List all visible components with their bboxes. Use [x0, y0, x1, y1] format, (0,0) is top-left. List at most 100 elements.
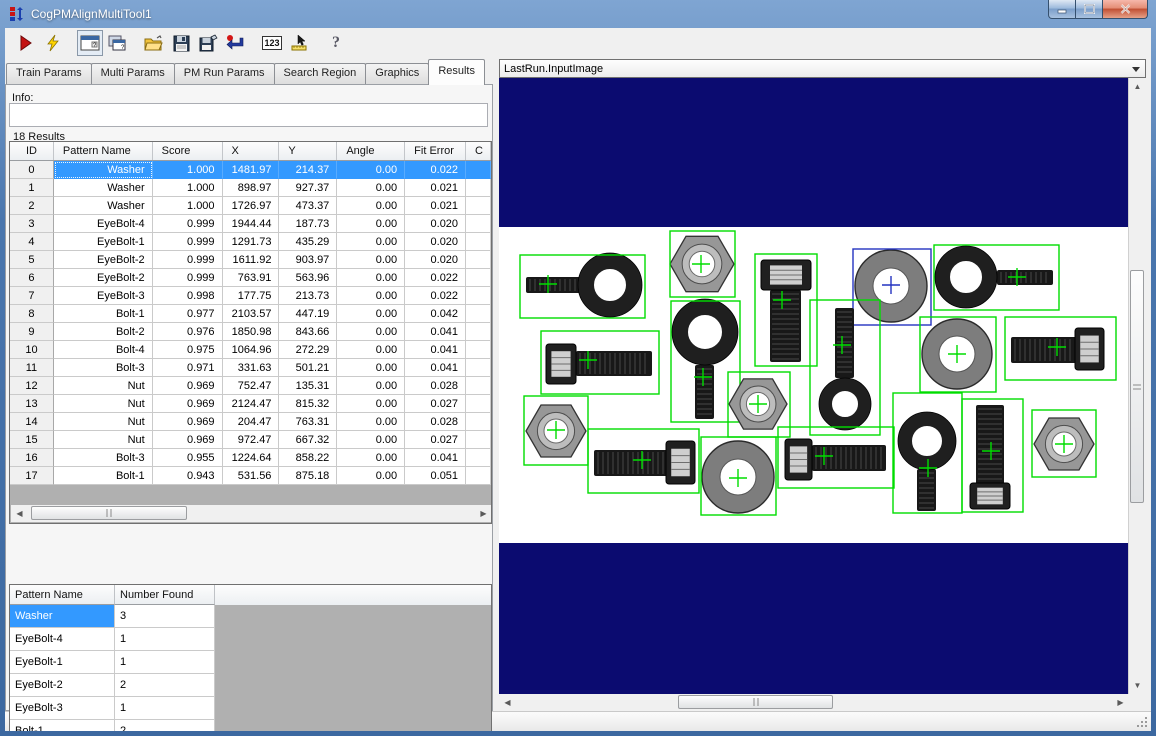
cell[interactable]: 0.027: [405, 395, 466, 413]
image-hscrollbar[interactable]: ◀ ▶: [499, 694, 1129, 711]
cell[interactable]: [466, 197, 491, 215]
cell[interactable]: Bolt-3: [54, 449, 153, 467]
cell[interactable]: 3: [10, 215, 54, 233]
maximize-button[interactable]: [1076, 0, 1103, 19]
cell[interactable]: 213.73: [279, 287, 337, 305]
cell[interactable]: 1.000: [153, 179, 223, 197]
close-button[interactable]: [1103, 0, 1148, 19]
table-row[interactable]: EyeBolt-22: [10, 674, 491, 697]
cell[interactable]: EyeBolt-1: [54, 233, 153, 251]
cell[interactable]: 0.00: [337, 269, 405, 287]
table-row[interactable]: 1Washer1.000898.97927.370.000.021: [10, 179, 491, 197]
cell[interactable]: 0.021: [405, 179, 466, 197]
column-header-angle[interactable]: Angle: [337, 142, 405, 160]
cell[interactable]: 0.971: [153, 359, 223, 377]
cell[interactable]: 16: [10, 449, 54, 467]
cell[interactable]: EyeBolt-2: [10, 674, 115, 697]
column-header-fit-error[interactable]: Fit Error: [405, 142, 466, 160]
cell[interactable]: EyeBolt-2: [54, 269, 153, 287]
cell[interactable]: 0.00: [337, 179, 405, 197]
cell[interactable]: 0.00: [337, 251, 405, 269]
cell[interactable]: [466, 431, 491, 449]
cell[interactable]: [466, 449, 491, 467]
reset-button[interactable]: [222, 30, 248, 56]
save-as-button[interactable]: [195, 30, 221, 56]
cell[interactable]: 1: [115, 697, 215, 720]
cell[interactable]: 214.37: [279, 161, 337, 179]
cell[interactable]: 0.022: [405, 161, 466, 179]
cell[interactable]: 0.976: [153, 323, 223, 341]
cell[interactable]: 0.028: [405, 413, 466, 431]
cell[interactable]: 1944.44: [223, 215, 280, 233]
cell[interactable]: 1850.98: [223, 323, 280, 341]
results-grid-header[interactable]: IDPattern NameScoreXYAngleFit ErrorC: [10, 142, 491, 161]
cell[interactable]: 1.000: [153, 161, 223, 179]
cell[interactable]: 177.75: [223, 287, 280, 305]
cell[interactable]: 752.47: [223, 377, 280, 395]
numeric-format-button[interactable]: 123: [259, 30, 285, 56]
column-header-pattern-name[interactable]: Pattern Name: [10, 585, 115, 605]
cell[interactable]: [466, 179, 491, 197]
cell[interactable]: 14: [10, 413, 54, 431]
cell[interactable]: 898.97: [223, 179, 280, 197]
cell[interactable]: 8: [10, 305, 54, 323]
cell[interactable]: 0.00: [337, 359, 405, 377]
cell[interactable]: 0.969: [153, 431, 223, 449]
table-row[interactable]: 0Washer1.0001481.97214.370.000.022: [10, 161, 491, 179]
cell[interactable]: Bolt-4: [54, 341, 153, 359]
cell[interactable]: 1224.64: [223, 449, 280, 467]
cell[interactable]: 0: [10, 161, 54, 179]
cell[interactable]: [466, 269, 491, 287]
cell[interactable]: 10: [10, 341, 54, 359]
cell[interactable]: Washer: [54, 179, 153, 197]
results-grid[interactable]: IDPattern NameScoreXYAngleFit ErrorC 0Wa…: [9, 141, 492, 524]
cell[interactable]: 0.943: [153, 467, 223, 485]
cell[interactable]: [466, 215, 491, 233]
info-textbox[interactable]: [9, 103, 488, 127]
cell[interactable]: 0.051: [405, 467, 466, 485]
cell[interactable]: 0.020: [405, 215, 466, 233]
table-row[interactable]: 6EyeBolt-20.999763.91563.960.000.022: [10, 269, 491, 287]
cell[interactable]: [466, 395, 491, 413]
measure-pointer-button[interactable]: [286, 30, 312, 56]
table-row[interactable]: 11Bolt-30.971331.63501.210.000.041: [10, 359, 491, 377]
cell[interactable]: 11: [10, 359, 54, 377]
cell[interactable]: 0.999: [153, 269, 223, 287]
scroll-left-arrow-icon[interactable]: ◀: [499, 694, 516, 711]
live-run-button[interactable]: [40, 30, 66, 56]
cell[interactable]: 0.041: [405, 323, 466, 341]
cell[interactable]: 1: [115, 628, 215, 651]
table-row[interactable]: 15Nut0.969972.47667.320.000.027: [10, 431, 491, 449]
cell[interactable]: 187.73: [279, 215, 337, 233]
cell[interactable]: 843.66: [279, 323, 337, 341]
cell[interactable]: 0.028: [405, 377, 466, 395]
cell[interactable]: Bolt-1: [10, 720, 115, 731]
cell[interactable]: 1: [10, 179, 54, 197]
cell[interactable]: 0.041: [405, 359, 466, 377]
cell[interactable]: [466, 305, 491, 323]
cell[interactable]: [466, 161, 491, 179]
cell[interactable]: 0.00: [337, 233, 405, 251]
cell[interactable]: 0.969: [153, 413, 223, 431]
cell[interactable]: Bolt-3: [54, 359, 153, 377]
table-row[interactable]: EyeBolt-11: [10, 651, 491, 674]
table-row[interactable]: Washer3: [10, 605, 491, 628]
cell[interactable]: 0.998: [153, 287, 223, 305]
cell[interactable]: 2124.47: [223, 395, 280, 413]
cell[interactable]: 2103.57: [223, 305, 280, 323]
cell[interactable]: 0.999: [153, 215, 223, 233]
cell[interactable]: [466, 323, 491, 341]
cell[interactable]: 0.041: [405, 449, 466, 467]
column-header-number-found[interactable]: Number Found: [115, 585, 215, 605]
cell[interactable]: 0.042: [405, 305, 466, 323]
column-header-score[interactable]: Score: [153, 142, 223, 160]
cell[interactable]: 331.63: [223, 359, 280, 377]
help-button[interactable]: ?: [323, 30, 349, 56]
cell[interactable]: 2: [115, 674, 215, 697]
tab-train-params[interactable]: Train Params: [6, 63, 92, 85]
cell[interactable]: 1726.97: [223, 197, 280, 215]
cell[interactable]: Nut: [54, 413, 153, 431]
column-header-id[interactable]: ID: [10, 142, 54, 160]
show-records-button[interactable]: ?: [77, 30, 103, 56]
cell[interactable]: 2: [10, 197, 54, 215]
